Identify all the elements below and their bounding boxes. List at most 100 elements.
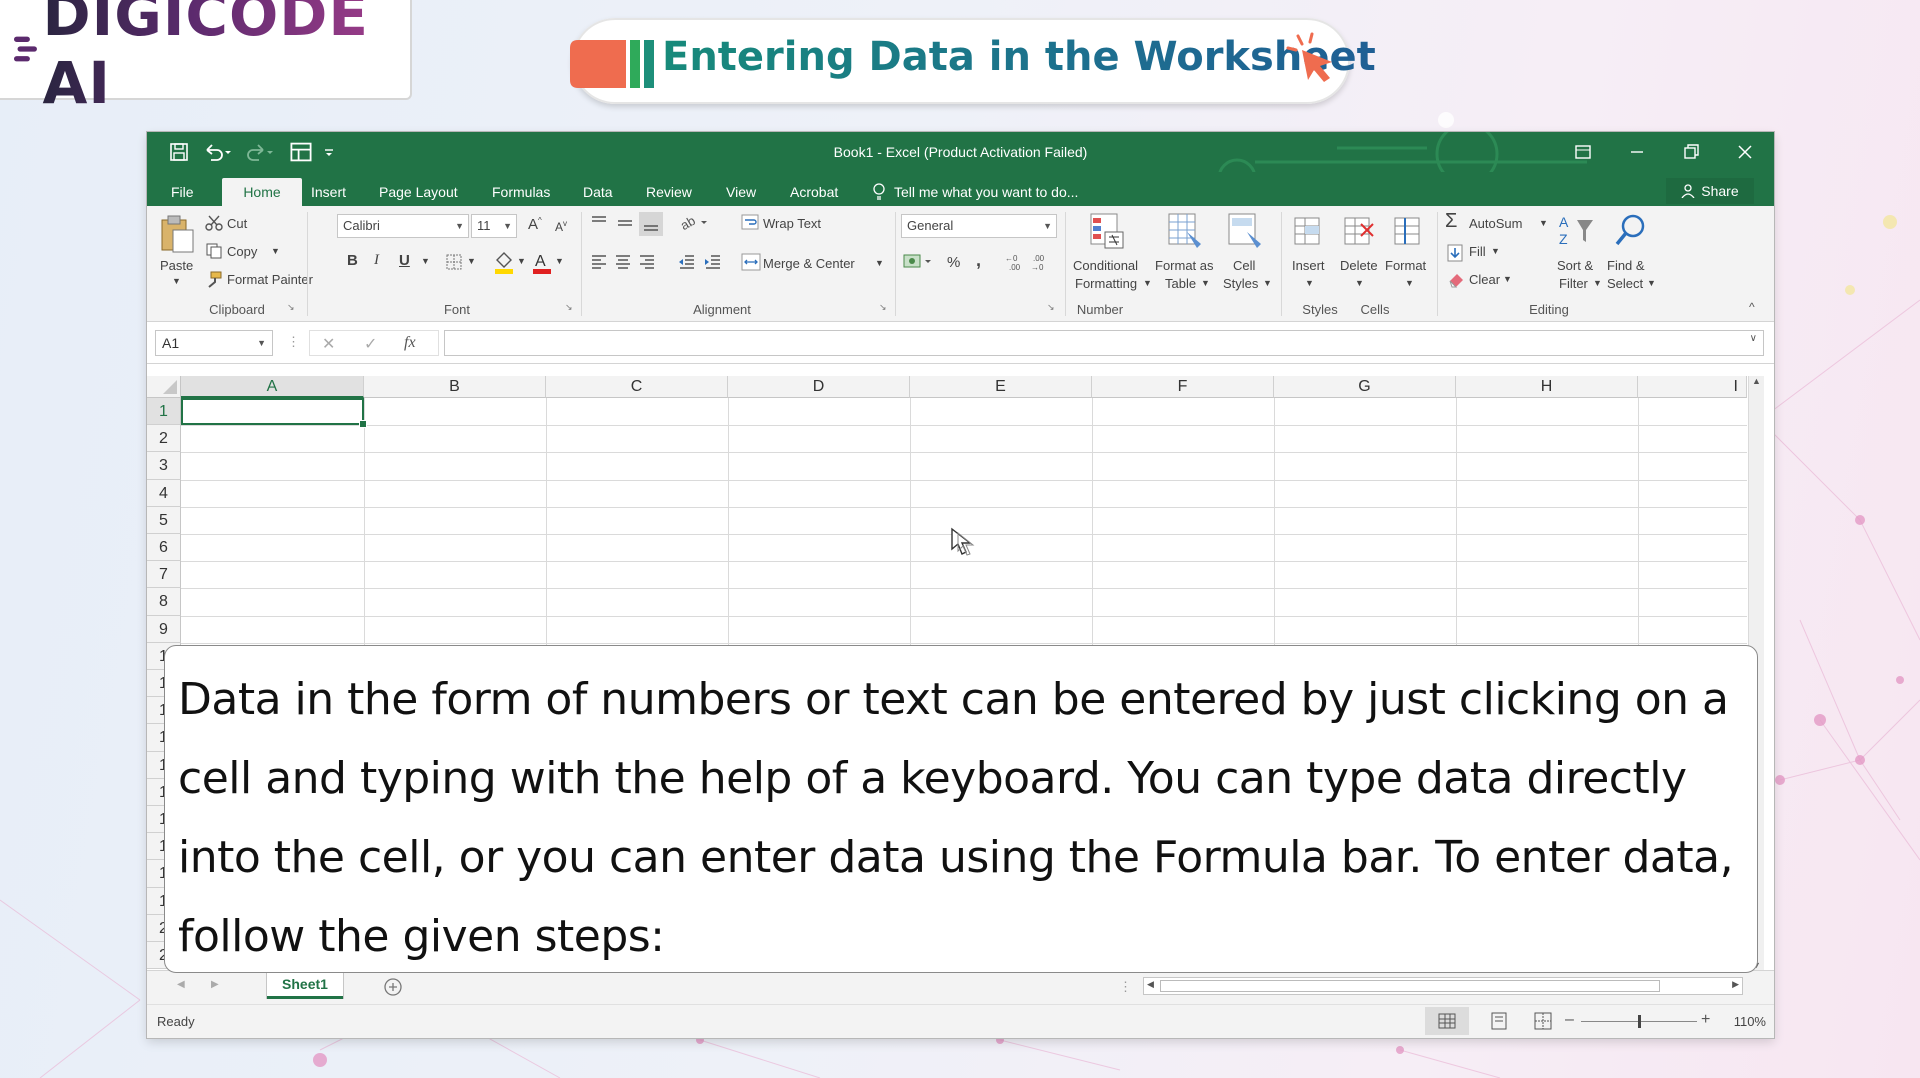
chevron-down-icon[interactable]: ▼ <box>1201 278 1210 288</box>
close-icon[interactable] <box>1727 138 1763 166</box>
conditional-formatting-label-2[interactable]: Formatting <box>1075 276 1137 291</box>
paste-label[interactable]: Paste <box>160 258 193 273</box>
tell-me-search[interactable]: Tell me what you want to do... <box>884 178 1088 206</box>
tab-home[interactable]: Home <box>222 178 302 206</box>
format-painter-icon[interactable] <box>205 270 223 288</box>
copy-dropdown-icon[interactable]: ▼ <box>271 246 280 256</box>
format-painter-label[interactable]: Format Painter <box>227 272 313 287</box>
column-header-d[interactable]: D <box>728 376 910 398</box>
sort-filter-label-1[interactable]: Sort & <box>1557 258 1593 273</box>
insert-cells-icon[interactable] <box>1291 214 1325 250</box>
comma-style-button[interactable]: , <box>976 250 981 271</box>
scroll-right-icon[interactable]: ▶ <box>1732 979 1739 990</box>
column-header-i[interactable]: I <box>1638 376 1747 398</box>
column-header-b[interactable]: B <box>364 376 546 398</box>
name-box[interactable]: A1 ▼ <box>155 330 273 356</box>
find-select-label-1[interactable]: Find & <box>1607 258 1645 273</box>
conditional-formatting-icon[interactable] <box>1089 212 1125 250</box>
align-left-icon[interactable] <box>589 253 609 271</box>
tab-data[interactable]: Data <box>573 178 623 206</box>
increase-indent-icon[interactable] <box>703 253 723 271</box>
horizontal-scroll-thumb[interactable] <box>1160 980 1660 992</box>
align-center-icon[interactable] <box>613 253 633 271</box>
column-header-g[interactable]: G <box>1274 376 1456 398</box>
number-format-select[interactable]: General ▼ <box>901 214 1057 238</box>
row-header[interactable]: 6 <box>147 534 181 562</box>
number-launcher-icon[interactable]: ↘ <box>1047 302 1055 313</box>
column-header-a[interactable]: A <box>181 376 364 398</box>
format-cells-label[interactable]: Format <box>1385 258 1426 273</box>
chevron-down-icon[interactable]: ▼ <box>1491 246 1500 256</box>
borders-dropdown-icon[interactable]: ▼ <box>467 256 476 266</box>
tab-acrobat[interactable]: Acrobat <box>780 178 848 206</box>
chevron-down-icon[interactable]: ▼ <box>1539 218 1548 228</box>
chevron-down-icon[interactable]: ▼ <box>1263 278 1272 288</box>
sort-filter-label-2[interactable]: Filter <box>1559 276 1588 291</box>
row-header[interactable]: 3 <box>147 452 181 480</box>
ribbon-display-options-icon[interactable] <box>1565 138 1601 166</box>
font-launcher-icon[interactable]: ↘ <box>565 302 573 313</box>
chevron-down-icon[interactable]: ▼ <box>1143 278 1152 288</box>
row-header[interactable]: 8 <box>147 588 181 616</box>
cell-styles-label-2[interactable]: Styles <box>1223 276 1258 291</box>
zoom-out-icon[interactable]: – <box>1565 1011 1574 1029</box>
cut-label[interactable]: Cut <box>227 216 247 231</box>
chevron-down-icon[interactable]: ▼ <box>1405 278 1414 288</box>
active-cell-a1[interactable] <box>181 398 367 428</box>
format-as-table-label-2[interactable]: Table <box>1165 276 1196 291</box>
increase-font-icon[interactable]: A^ <box>528 216 542 233</box>
row-header[interactable]: 9 <box>147 615 181 643</box>
clear-label[interactable]: Clear <box>1469 272 1500 287</box>
share-button[interactable]: Share <box>1666 178 1754 204</box>
find-select-label-2[interactable]: Select <box>1607 276 1643 291</box>
row-header[interactable]: 4 <box>147 479 181 507</box>
scroll-up-icon[interactable]: ▲ <box>1752 376 1761 386</box>
find-select-icon[interactable] <box>1613 212 1649 250</box>
chevron-down-icon[interactable]: ▼ <box>1593 278 1602 288</box>
font-name-select[interactable]: Calibri ▼ <box>337 214 469 238</box>
fill-icon[interactable] <box>1447 244 1463 262</box>
row-header[interactable]: 2 <box>147 425 181 453</box>
tab-file[interactable]: File <box>161 178 204 206</box>
fill-label[interactable]: Fill <box>1469 244 1486 259</box>
add-sheet-icon[interactable] <box>383 977 403 997</box>
cancel-entry-icon[interactable]: ✕ <box>322 334 335 354</box>
top-align-icon[interactable] <box>589 214 609 232</box>
align-right-icon[interactable] <box>637 253 657 271</box>
expand-formula-icon[interactable]: ∨ <box>1750 333 1757 344</box>
confirm-entry-icon[interactable]: ✓ <box>364 334 377 354</box>
column-header-f[interactable]: F <box>1092 376 1274 398</box>
tab-formulas[interactable]: Formulas <box>482 178 560 206</box>
prev-sheet-icon[interactable]: ◀ <box>177 979 185 990</box>
autosum-icon[interactable]: Σ <box>1445 210 1457 233</box>
borders-icon[interactable] <box>445 253 463 271</box>
decrease-font-icon[interactable]: Av <box>555 219 567 234</box>
chevron-down-icon[interactable]: ▼ <box>1503 274 1512 284</box>
sort-filter-icon[interactable]: AZ <box>1557 212 1595 250</box>
page-layout-view-icon[interactable] <box>1477 1007 1521 1035</box>
tab-review[interactable]: Review <box>636 178 702 206</box>
normal-view-button[interactable] <box>1425 1007 1469 1035</box>
horizontal-scrollbar[interactable]: ◀ ▶ <box>1143 977 1743 995</box>
chevron-down-icon[interactable]: ▼ <box>1355 278 1364 288</box>
autosum-label[interactable]: AutoSum <box>1469 216 1522 231</box>
font-size-select[interactable]: 11 ▼ <box>471 214 517 238</box>
zoom-slider-thumb[interactable] <box>1638 1015 1641 1028</box>
next-sheet-icon[interactable]: ▶ <box>211 979 219 990</box>
chevron-down-icon[interactable]: ▼ <box>1305 278 1314 288</box>
merge-center-label[interactable]: Merge & Center <box>763 256 855 271</box>
cell-styles-label-1[interactable]: Cell <box>1233 258 1255 273</box>
alignment-launcher-icon[interactable]: ↘ <box>879 302 887 313</box>
format-as-table-icon[interactable] <box>1167 212 1203 250</box>
restore-icon[interactable] <box>1673 138 1709 166</box>
percent-style-button[interactable]: % <box>947 254 960 271</box>
tab-insert[interactable]: Insert <box>301 178 356 206</box>
column-header-c[interactable]: C <box>546 376 728 398</box>
delete-cells-label[interactable]: Delete <box>1340 258 1378 273</box>
merge-dropdown-icon[interactable]: ▼ <box>875 258 884 268</box>
increase-decimal-icon[interactable]: ←0.00 <box>1003 252 1025 272</box>
conditional-formatting-label-1[interactable]: Conditional <box>1073 258 1138 273</box>
tab-split-grip-icon[interactable]: ⋮ <box>1119 979 1132 995</box>
insert-cells-label[interactable]: Insert <box>1292 258 1325 273</box>
italic-button[interactable]: I <box>374 252 379 269</box>
